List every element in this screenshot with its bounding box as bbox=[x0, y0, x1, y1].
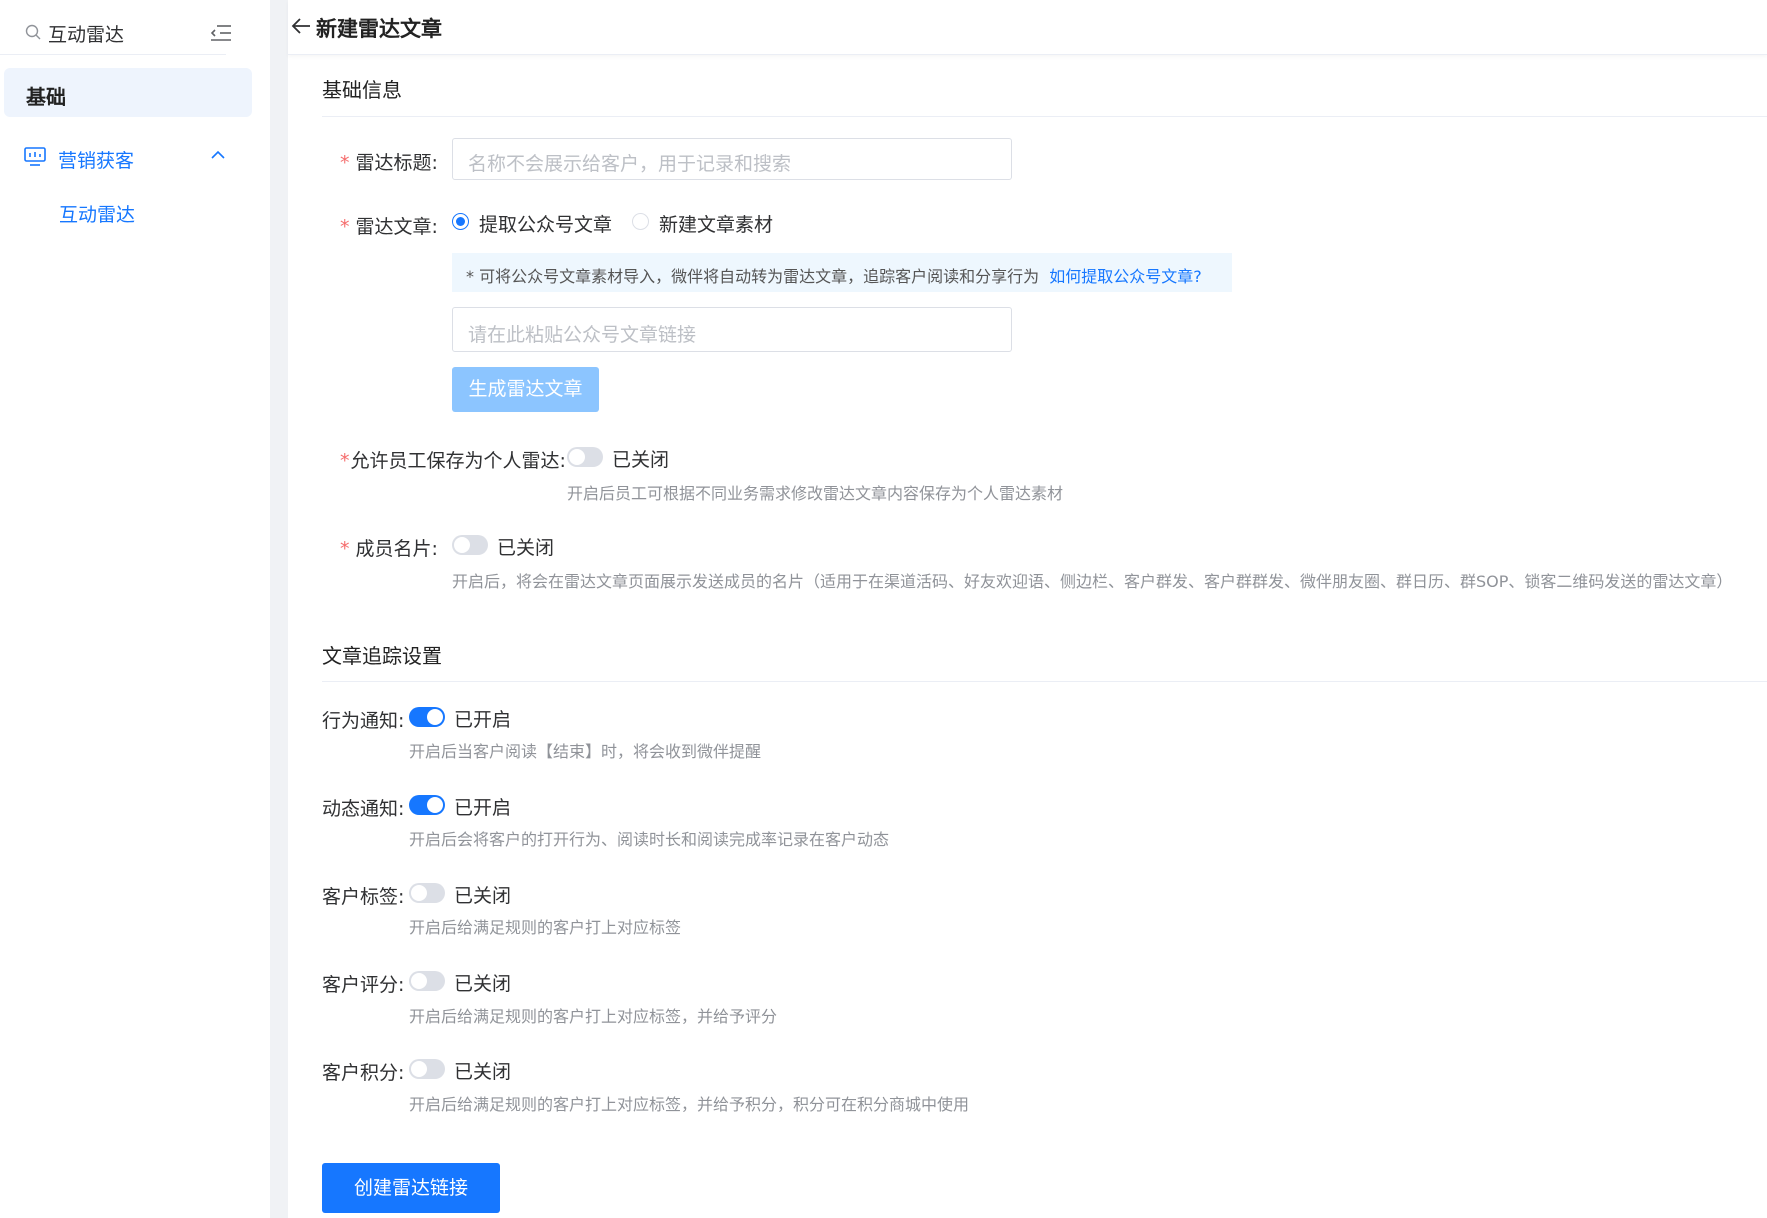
article-label: * 雷达文章: bbox=[340, 212, 438, 239]
monitor-icon bbox=[24, 147, 46, 166]
page-title: 新建雷达文章 bbox=[316, 17, 442, 41]
how-to-extract-link[interactable]: 如何提取公众号文章? bbox=[1049, 267, 1202, 286]
radio-extract-article[interactable] bbox=[452, 213, 469, 230]
dynamic-notify-label: 动态通知: bbox=[322, 798, 405, 820]
customer-score-hint: 开启后给满足规则的客户打上对应标签，并给予评分 bbox=[409, 1007, 778, 1026]
arrow-left-icon[interactable] bbox=[290, 16, 312, 36]
radar-title-placeholder: 名称不会展示给客户，用于记录和搜索 bbox=[468, 153, 792, 175]
sidebar: 互动雷达 基础 营销获客 互动雷达 bbox=[0, 0, 252, 1218]
switch-knob bbox=[454, 537, 470, 553]
dynamic-notify-switch[interactable] bbox=[409, 795, 445, 815]
switch-knob bbox=[569, 449, 585, 465]
radio-new-label[interactable]: 新建文章素材 bbox=[659, 210, 773, 237]
save-personal-switch[interactable] bbox=[567, 447, 603, 467]
customer-points-hint: 开启后给满足规则的客户打上对应标签，并给予积分，积分可在积分商城中使用 bbox=[409, 1095, 970, 1114]
behavior-notify-switch[interactable] bbox=[409, 707, 445, 727]
member-card-label-text: 成员名片: bbox=[355, 538, 438, 560]
section-title-tracking: 文章追踪设置 bbox=[322, 644, 442, 668]
sidebar-item-base[interactable]: 基础 bbox=[4, 68, 252, 117]
customer-score-status: 已关闭 bbox=[454, 973, 512, 995]
info-tip-text: * 可将公众号文章素材导入，微伴将自动转为雷达文章，追踪客户阅读和分享行为 如何… bbox=[466, 263, 1202, 287]
switch-knob bbox=[411, 973, 427, 989]
switch-knob bbox=[411, 885, 427, 901]
required-mark: * bbox=[340, 152, 350, 174]
sidebar-group-label: 营销获客 bbox=[58, 150, 135, 172]
tip-body: * 可将公众号文章素材导入，微伴将自动转为雷达文章，追踪客户阅读和分享行为 bbox=[466, 267, 1040, 286]
required-mark: * bbox=[340, 538, 350, 560]
layout-gutter bbox=[270, 0, 288, 1218]
save-personal-label-text: 允许员工保存为个人雷达: bbox=[350, 450, 566, 472]
behavior-notify-hint: 开启后当客户阅读【结束】时，将会收到微伴提醒 bbox=[409, 742, 762, 761]
menu-collapse-icon[interactable] bbox=[210, 23, 232, 43]
customer-tag-switch[interactable] bbox=[409, 883, 445, 903]
article-label-text: 雷达文章: bbox=[355, 216, 438, 238]
switch-knob bbox=[411, 1061, 427, 1077]
save-personal-status: 已关闭 bbox=[612, 449, 670, 471]
radio-extract-label[interactable]: 提取公众号文章 bbox=[479, 210, 612, 237]
section-divider bbox=[322, 116, 1767, 117]
chevron-up-icon bbox=[211, 150, 225, 159]
customer-tag-label: 客户标签: bbox=[322, 886, 405, 908]
behavior-notify-status: 已开启 bbox=[454, 709, 512, 731]
switch-knob bbox=[427, 797, 443, 813]
section-title-basic: 基础信息 bbox=[322, 78, 402, 102]
dynamic-notify-hint: 开启后会将客户的打开行为、阅读时长和阅读完成率记录在客户动态 bbox=[409, 830, 890, 849]
customer-points-status: 已关闭 bbox=[454, 1061, 512, 1083]
sidebar-item-base-label: 基础 bbox=[26, 85, 66, 109]
sidebar-item-interactive-radar[interactable]: 互动雷达 bbox=[59, 200, 135, 227]
customer-tag-status: 已关闭 bbox=[454, 885, 512, 907]
required-mark: * bbox=[340, 216, 350, 238]
member-card-switch[interactable] bbox=[452, 535, 488, 555]
required-mark: * bbox=[340, 450, 350, 472]
member-card-hint: 开启后，将会在雷达文章页面展示发送成员的名片（适用于在渠道活码、好友欢迎语、侧边… bbox=[452, 572, 1733, 591]
dynamic-notify-status: 已开启 bbox=[454, 797, 512, 819]
sidebar-group-marketing[interactable]: 营销获客 bbox=[24, 144, 234, 174]
save-personal-label: *允许员工保存为个人雷达: bbox=[340, 446, 566, 473]
member-card-label: * 成员名片: bbox=[340, 534, 438, 561]
customer-score-switch[interactable] bbox=[409, 971, 445, 991]
member-card-status: 已关闭 bbox=[497, 537, 555, 559]
save-personal-hint: 开启后员工可根据不同业务需求修改雷达文章内容保存为个人雷达素材 bbox=[567, 484, 1064, 503]
search-icon bbox=[25, 24, 41, 40]
customer-points-switch[interactable] bbox=[409, 1059, 445, 1079]
section-divider bbox=[322, 681, 1767, 682]
radio-new-article[interactable] bbox=[632, 213, 649, 230]
customer-points-label: 客户积分: bbox=[322, 1062, 405, 1084]
article-link-placeholder: 请在此粘贴公众号文章链接 bbox=[468, 324, 697, 346]
article-link-input[interactable]: 请在此粘贴公众号文章链接 bbox=[452, 307, 1012, 352]
sidebar-search[interactable]: 互动雷达 bbox=[0, 0, 231, 55]
sidebar-search-text: 互动雷达 bbox=[48, 24, 125, 46]
page-header bbox=[288, 0, 1767, 55]
create-radar-link-button[interactable]: 创建雷达链接 bbox=[322, 1163, 500, 1213]
title-label-text: 雷达标题: bbox=[355, 152, 438, 174]
customer-tag-hint: 开启后给满足规则的客户打上对应标签 bbox=[409, 918, 682, 937]
title-label: * 雷达标题: bbox=[340, 148, 438, 175]
generate-radar-button[interactable]: 生成雷达文章 bbox=[452, 367, 599, 412]
switch-knob bbox=[427, 709, 443, 725]
info-tip: * 可将公众号文章素材导入，微伴将自动转为雷达文章，追踪客户阅读和分享行为 如何… bbox=[452, 253, 1232, 292]
radar-title-input[interactable]: 名称不会展示给客户，用于记录和搜索 bbox=[452, 138, 1012, 180]
behavior-notify-label: 行为通知: bbox=[322, 710, 405, 732]
customer-score-label: 客户评分: bbox=[322, 974, 405, 996]
